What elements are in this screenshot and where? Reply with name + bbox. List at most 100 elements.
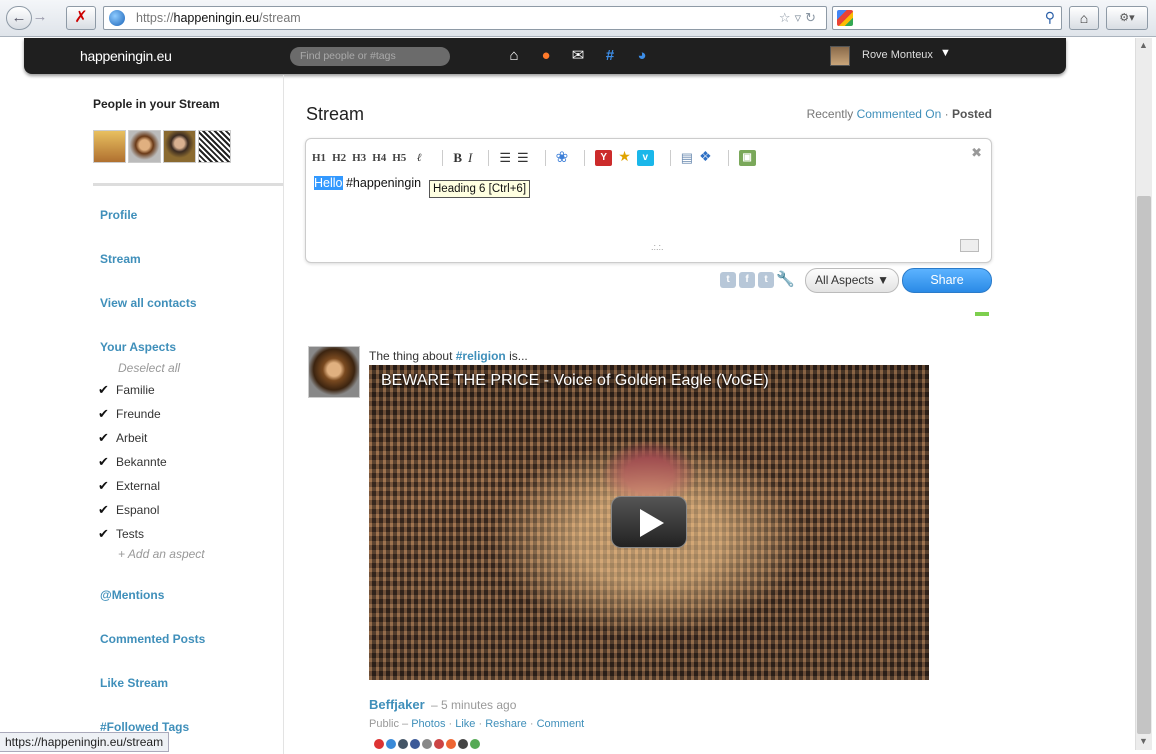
aspect-item[interactable]: ✔ External (98, 478, 160, 494)
aspect-item[interactable]: ✔ Arbeit (98, 430, 147, 446)
aspect-item[interactable]: ✔ Bekannte (98, 454, 167, 470)
aspects-icon[interactable]: ◕ (632, 47, 652, 65)
image-icon[interactable]: ▣ (738, 150, 756, 166)
sidebar-item-contacts[interactable]: View all contacts (100, 296, 197, 310)
search-icon[interactable]: ⚲ (1045, 9, 1055, 26)
people-title: People in your Stream (93, 97, 220, 111)
scroll-thumb[interactable] (1137, 196, 1151, 734)
checkmark-icon: ✔ (98, 478, 109, 493)
site-search-input[interactable]: Find people or #tags (290, 47, 450, 66)
h5-button[interactable]: H5 (392, 149, 406, 167)
share-icon[interactable] (458, 739, 468, 749)
post-timestamp[interactable]: – 5 minutes ago (431, 698, 516, 712)
facebook-icon[interactable]: f (739, 272, 755, 288)
back-button[interactable]: ← (6, 6, 32, 30)
tumblr-icon[interactable]: t (758, 272, 774, 288)
share-icon[interactable] (386, 739, 396, 749)
share-icon[interactable] (422, 739, 432, 749)
share-button[interactable]: Share (902, 268, 992, 293)
wrench-icon[interactable]: 🔧 (776, 270, 795, 288)
vimeo-icon[interactable]: v (636, 150, 654, 166)
link-icon[interactable]: ❀ (556, 149, 569, 167)
video-player[interactable]: BEWARE THE PRICE - Voice of Golden Eagle… (369, 365, 929, 680)
share-icon[interactable] (470, 739, 480, 749)
photo-upload-icon[interactable] (960, 239, 979, 252)
like-link[interactable]: Like (455, 718, 475, 730)
add-aspect-link[interactable]: + Add an aspect (118, 547, 205, 561)
messages-icon[interactable]: ✉ (568, 47, 588, 65)
tooltip: Heading 6 [Ctrl+6] (429, 180, 531, 198)
share-icon[interactable] (434, 739, 444, 749)
checkmark-icon: ✔ (98, 382, 109, 397)
editor-toolbar: H1 H2 H3 H4 H5 ℓ B I ☰ ☰ ❀ Y ★ v ▤ ❖ ▣ (312, 149, 762, 167)
url-text: https://happeningin.eu/stream (136, 11, 301, 25)
scroll-down-icon[interactable]: ▼ (1139, 736, 1148, 746)
sidebar-item-mentions[interactable]: @Mentions (100, 588, 164, 602)
aspect-item[interactable]: ✔ Familie (98, 382, 155, 398)
h1-button[interactable]: H1 (312, 149, 326, 167)
site-logo[interactable]: happeningin.eu (80, 48, 172, 64)
publisher-text[interactable]: Hello #happeningin (314, 176, 421, 190)
aspect-item[interactable]: ✔ Freunde (98, 406, 161, 422)
play-button[interactable] (611, 496, 687, 548)
publisher-box[interactable]: H1 H2 H3 H4 H5 ℓ B I ☰ ☰ ❀ Y ★ v ▤ ❖ ▣ ✖ Hello #happenin… (305, 138, 992, 263)
h6-icon[interactable]: ℓ (412, 149, 426, 167)
share-icon[interactable] (410, 739, 420, 749)
sidebar-item-likes[interactable]: Like Stream (100, 676, 168, 690)
sidebar-item-aspects[interactable]: Your Aspects (100, 340, 176, 354)
numbered-list-icon[interactable]: ☰ (517, 149, 529, 167)
forward-button[interactable]: → (30, 6, 50, 30)
compass-icon[interactable]: ❖ (699, 149, 712, 167)
share-icon[interactable] (398, 739, 408, 749)
post-author[interactable]: Beffjaker (369, 697, 425, 712)
sidebar-item-profile[interactable]: Profile (100, 208, 137, 222)
video-title[interactable]: BEWARE THE PRICE - Voice of Golden Eagle… (381, 372, 769, 390)
sort-posted-link[interactable]: Posted (952, 107, 992, 121)
sidebar-item-commented[interactable]: Commented Posts (100, 632, 205, 646)
avatar[interactable] (93, 130, 126, 163)
browser-search-bar[interactable]: ⚲ (832, 6, 1062, 30)
home-icon[interactable]: ⌂ (504, 47, 524, 65)
award-icon[interactable]: ★ (618, 149, 631, 167)
youtube-icon[interactable]: Y (595, 150, 613, 166)
scroll-up-icon[interactable]: ▲ (1139, 40, 1148, 50)
checkmark-icon: ✔ (98, 430, 109, 445)
reshare-link[interactable]: Reshare (485, 718, 527, 730)
checkmark-icon: ✔ (98, 454, 109, 469)
bold-icon[interactable]: B (453, 149, 462, 167)
share-icon[interactable] (374, 739, 384, 749)
avatar[interactable] (163, 130, 196, 163)
sidebar-item-stream[interactable]: Stream (100, 252, 141, 266)
sort-commented-link[interactable]: Commented On (857, 107, 942, 121)
aspect-item[interactable]: ✔ Tests (98, 526, 144, 542)
h4-button[interactable]: H4 (372, 149, 386, 167)
checkmark-icon: ✔ (98, 526, 109, 541)
document-icon[interactable]: ▤ (681, 149, 693, 167)
deselect-all-link[interactable]: Deselect all (118, 361, 180, 375)
close-icon[interactable]: ✖ (971, 145, 982, 161)
tag-link[interactable]: #religion (456, 349, 506, 363)
photos-link[interactable]: Photos (411, 718, 445, 730)
stop-button[interactable]: ✗ (66, 6, 96, 30)
bookmark-star-icon[interactable]: ☆▿↻ (779, 10, 820, 26)
comment-link[interactable]: Comment (537, 718, 585, 730)
resize-handle-icon[interactable]: .:.:. (651, 242, 664, 252)
scrollbar[interactable]: ▲ ▼ (1135, 38, 1152, 750)
share-icon[interactable] (446, 739, 456, 749)
bullet-list-icon[interactable]: ☰ (499, 149, 511, 167)
extensions-button[interactable]: ⚙▾ (1106, 6, 1148, 30)
italic-icon[interactable]: I (468, 149, 472, 167)
twitter-icon[interactable]: t (720, 272, 736, 288)
h2-button[interactable]: H2 (332, 149, 346, 167)
tags-icon[interactable]: # (600, 47, 620, 65)
avatar[interactable] (128, 130, 161, 163)
aspect-item[interactable]: ✔ Espanol (98, 502, 159, 518)
notifications-icon[interactable]: ● (536, 47, 556, 65)
aspect-select[interactable]: All Aspects ▼ (805, 268, 899, 293)
avatar[interactable] (308, 346, 360, 398)
url-bar[interactable]: https://happeningin.eu/stream ☆▿↻ (103, 6, 827, 30)
browser-toolbar: ← → ✗ https://happeningin.eu/stream ☆▿↻ … (0, 0, 1156, 37)
browser-home-button[interactable]: ⌂ (1069, 6, 1099, 30)
avatar[interactable] (198, 130, 231, 163)
h3-button[interactable]: H3 (352, 149, 366, 167)
